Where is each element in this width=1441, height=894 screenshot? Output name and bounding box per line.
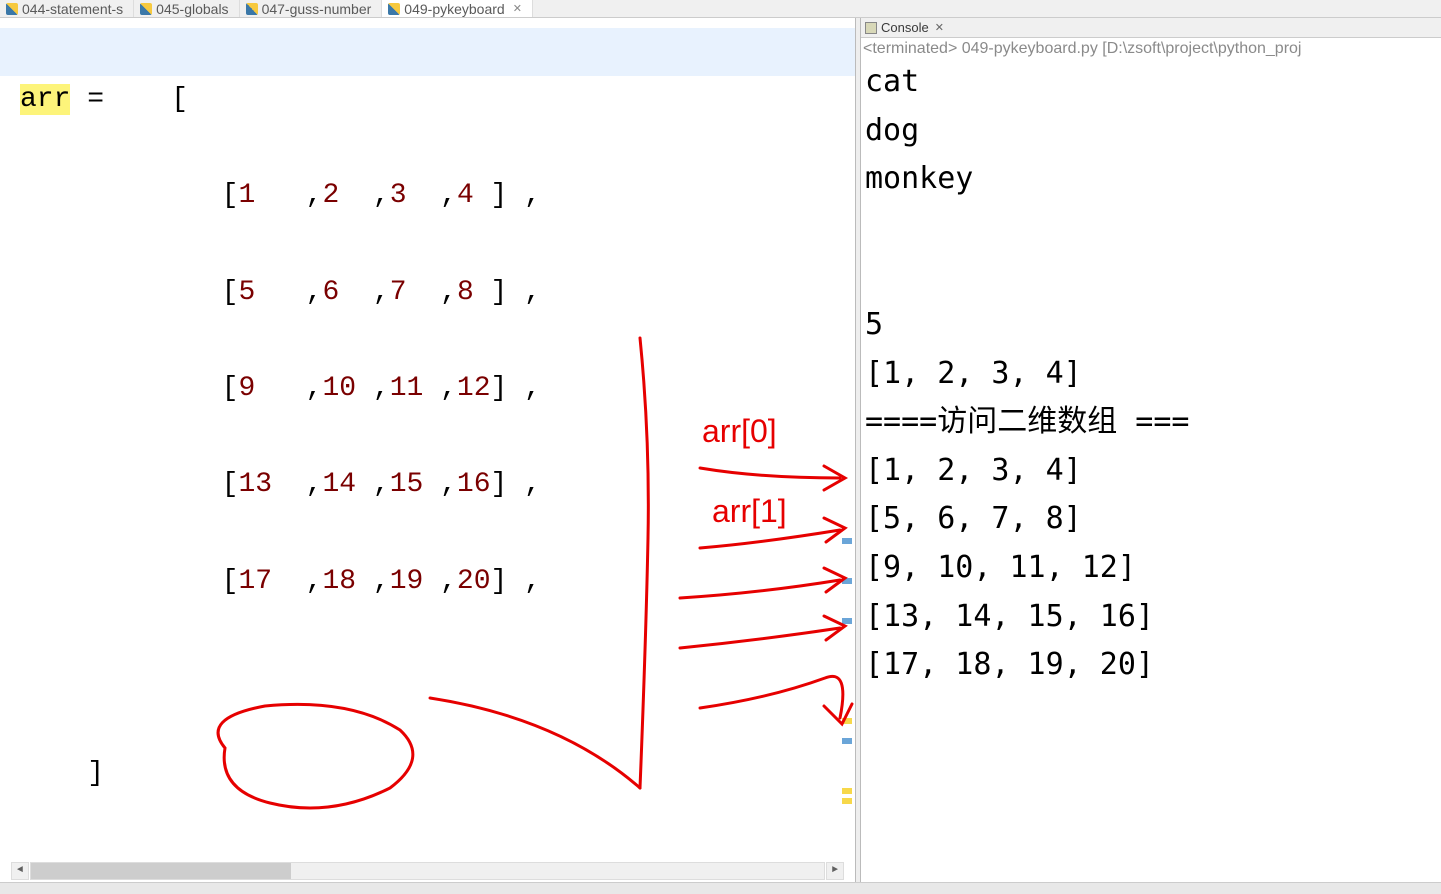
tab-label: 049-pykeyboard xyxy=(404,1,504,17)
console-pane: Console ✕ <terminated> 049-pykeyboard.py… xyxy=(861,18,1441,882)
tab-label: 044-statement-s xyxy=(22,1,123,17)
python-file-icon xyxy=(6,3,18,15)
status-bar xyxy=(0,882,1441,894)
console-tab[interactable]: Console ✕ xyxy=(861,18,1441,38)
code-line[interactable] xyxy=(20,654,855,702)
tab-049[interactable]: 049-pykeyboard ✕ xyxy=(382,0,533,17)
python-file-icon xyxy=(140,3,152,15)
console-output[interactable]: cat dog monkey 5 [1, 2, 3, 4] ====访问二维数组… xyxy=(861,58,1441,690)
console-title: Console xyxy=(881,20,929,35)
console-icon xyxy=(865,22,877,34)
code-line[interactable]: [9 ,10 ,11 ,12] , xyxy=(20,365,855,413)
code-line[interactable]: arr = [ xyxy=(20,76,855,124)
close-icon[interactable]: ✕ xyxy=(513,2,522,15)
tab-045[interactable]: 045-globals xyxy=(134,0,239,17)
code-line[interactable]: [5 ,6 ,7 ,8 ] , xyxy=(20,269,855,317)
tab-047[interactable]: 047-guss-number xyxy=(240,0,383,17)
close-icon[interactable]: ✕ xyxy=(935,21,944,34)
code-line[interactable]: ] xyxy=(20,750,855,798)
code-line[interactable]: [1 ,2 ,3 ,4 ] , xyxy=(20,172,855,220)
editor-content[interactable]: arr = [ [1 ,2 ,3 ,4 ] , [5 ,6 ,7 ,8 ] , … xyxy=(0,18,855,882)
main-split: arr = [ [1 ,2 ,3 ,4 ] , [5 ,6 ,7 ,8 ] , … xyxy=(0,18,1441,882)
console-status: <terminated> 049-pykeyboard.py [D:\zsoft… xyxy=(861,38,1441,58)
code-line[interactable]: [13 ,14 ,15 ,16] , xyxy=(20,461,855,509)
python-file-icon xyxy=(388,3,400,15)
tab-label: 045-globals xyxy=(156,1,228,17)
code-editor[interactable]: arr = [ [1 ,2 ,3 ,4 ] , [5 ,6 ,7 ,8 ] , … xyxy=(0,18,855,882)
tab-label: 047-guss-number xyxy=(262,1,372,17)
code-line[interactable]: [17 ,18 ,19 ,20] , xyxy=(20,558,855,606)
code-line[interactable] xyxy=(20,847,855,882)
python-file-icon xyxy=(246,3,258,15)
tab-044[interactable]: 044-statement-s xyxy=(0,0,134,17)
editor-tab-bar: 044-statement-s 045-globals 047-guss-num… xyxy=(0,0,1441,18)
